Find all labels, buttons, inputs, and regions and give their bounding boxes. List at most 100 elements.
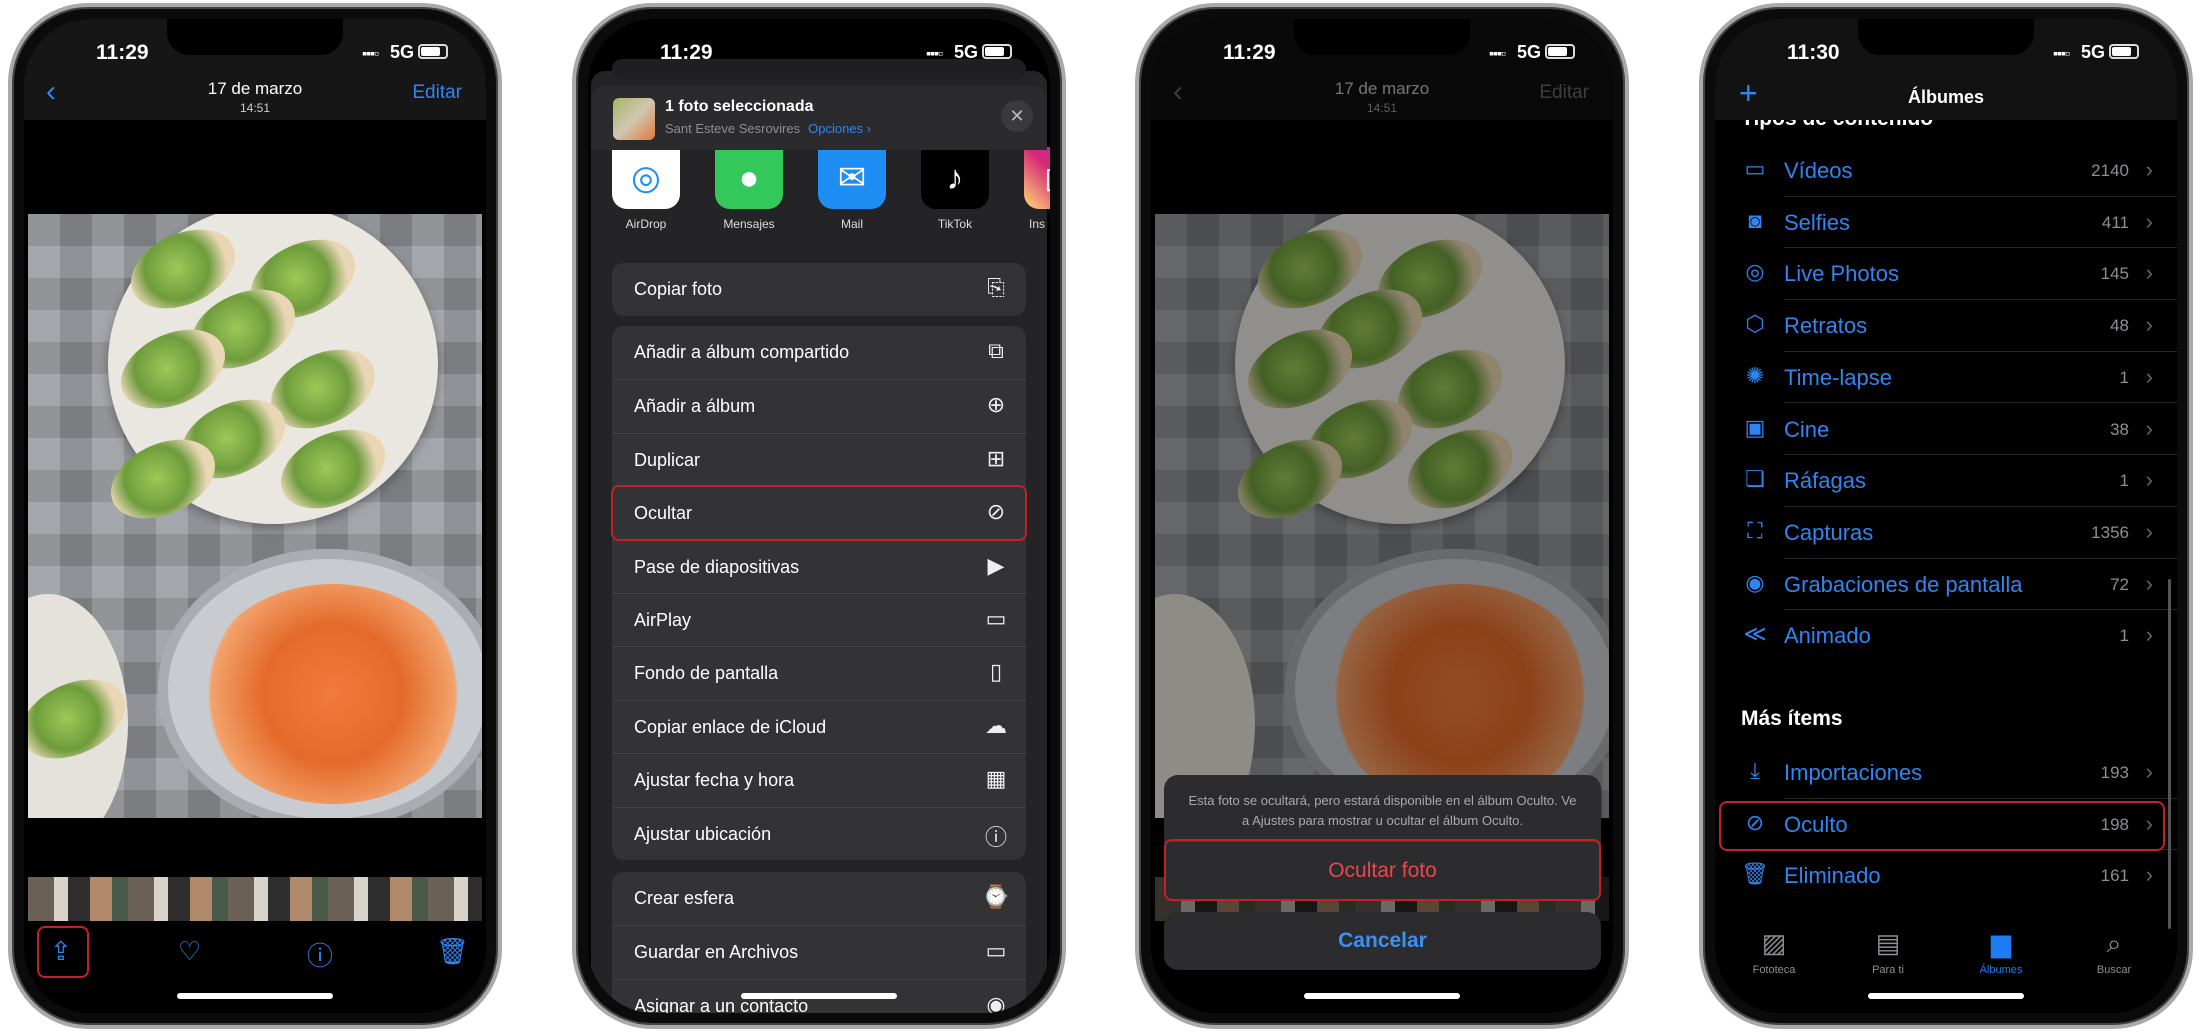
tab-buscar[interactable]: ⌕ Buscar [2069, 928, 2159, 976]
app-mail[interactable]: ✉ Mail [818, 147, 886, 231]
thumbnail-strip[interactable] [28, 877, 482, 921]
share-action-label: Pase de diapositivas [634, 556, 800, 577]
share-action-group: Crear esfera ⌚ Guardar en Archivos ▭ Asignar… [612, 872, 1026, 1013]
app-airdrop[interactable]: ◎ AirDrop [612, 147, 680, 231]
tab-álbumes[interactable]: ▆ Álbumes [1956, 928, 2046, 976]
album-ráfagas[interactable]: ❏ Ráfagas 1 › [1715, 455, 2177, 507]
album-count: 411 [2101, 212, 2129, 232]
app-tiktok[interactable]: ♪ TikTok [921, 147, 989, 231]
cancel-button[interactable]: Cancelar [1164, 912, 1601, 970]
status-time: 11:29 [1223, 41, 1276, 64]
share-action-label: AirPlay [634, 609, 692, 630]
album-capturas[interactable]: ⛶ Capturas 1356 › [1715, 507, 2177, 559]
album-retratos[interactable]: ⬡ Retratos 48 › [1715, 300, 2177, 352]
cube-icon: ⬡ [1745, 311, 1765, 337]
app-mensajes[interactable]: ● Mensajes [715, 147, 783, 231]
share-action-guardar-en-archivos[interactable]: Guardar en Archivos ▭ [612, 925, 1026, 978]
album-count: 38 [2110, 419, 2129, 439]
phone-hide-confirm: ‹ 17 de marzo 14:51 Editar 11:29 ▪▪▪▫ 5G… [1135, 3, 1629, 1029]
share-action-ajustar-ubicación[interactable]: Ajustar ubicación ⓘ [612, 806, 1026, 860]
album-count: 1 [2119, 367, 2129, 387]
album-count: 145 [2100, 264, 2129, 284]
scrollbar[interactable] [2168, 579, 2171, 929]
tab-label: Fototeca [1752, 964, 1796, 976]
share-action-copiar-foto[interactable]: Copiar foto ⎘ [612, 263, 1026, 316]
signal-icon: ▪▪▪▫ [362, 45, 379, 61]
share-action-label: Crear esfera [634, 888, 735, 908]
album-time-lapse[interactable]: ✺ Time-lapse 1 › [1715, 352, 2177, 404]
phone-albums: Tipos de contenido ▭Vídeos2140›◙Selfies4… [1699, 3, 2193, 1029]
shared-album-icon: ⧉ [988, 338, 1004, 363]
tab-label: Álbumes [1979, 964, 2023, 976]
album-label: Selfies [1784, 209, 1851, 235]
album-cine[interactable]: ▣ Cine 38 › [1715, 404, 2177, 456]
chevron-right-icon: › [2145, 208, 2153, 234]
album-label: Importaciones [1784, 760, 1923, 785]
share-action-ajustar-fecha-y-hora[interactable]: Ajustar fecha y hora ▦ [612, 753, 1026, 806]
options-link[interactable]: Opciones › [808, 121, 871, 136]
album-oculto[interactable]: ⊘ Oculto 198 › [1715, 799, 2177, 851]
album-selfies[interactable]: ◙ Selfies 411 › [1715, 197, 2177, 249]
album-vídeos[interactable]: ▭ Vídeos 2140 › [1715, 145, 2177, 197]
messages-icon: ● [715, 147, 783, 209]
screen: ‹ 17 de marzo 14:51 Editar 11:29 ▪▪▪▫ 5G… [24, 19, 486, 1013]
share-action-pase-de-diapositivas[interactable]: Pase de diapositivas ▶ [612, 539, 1026, 593]
signal-icon: ▪▪▪▫ [2053, 45, 2070, 61]
trash-icon[interactable]: 🗑︎ [436, 936, 469, 967]
cinema-icon: ▣ [1744, 414, 1766, 440]
share-action-copiar-enlace-de-icloud[interactable]: Copiar enlace de iCloud ☁ [612, 699, 1026, 753]
share-action-duplicar[interactable]: Duplicar ⊞ [612, 432, 1026, 486]
chevron-right-icon: › [2145, 622, 2153, 648]
airdrop-icon: ◎ [612, 147, 680, 209]
chevron-right-icon: › [2145, 363, 2153, 389]
share-action-añadir-a-álbum-compartido[interactable]: Añadir a álbum compartido ⧉ [612, 326, 1026, 379]
photo [1155, 214, 1609, 818]
album-label: Vídeos [1784, 158, 1853, 183]
album-label: Capturas [1784, 519, 1874, 545]
photo[interactable] [28, 214, 482, 818]
home-indicator [1868, 993, 2024, 999]
close-icon[interactable]: ✕ [1001, 100, 1033, 132]
home-indicator [741, 993, 897, 999]
share-action-label: Copiar enlace de iCloud [634, 716, 827, 737]
signal-icon: ▪▪▪▫ [926, 45, 943, 61]
album-importaciones[interactable]: ⤓ Importaciones 193 › [1715, 747, 2177, 799]
status-time: 11:29 [660, 41, 713, 64]
section-more-items: Más ítems [1741, 707, 1843, 730]
album-label: Grabaciones de pantalla [1784, 571, 2023, 597]
album-grabaciones-de-pantalla[interactable]: ◉ Grabaciones de pantalla 72 › [1715, 559, 2177, 611]
chevron-right-icon: › [2145, 467, 2153, 493]
info-icon[interactable]: ⓘ [307, 936, 333, 973]
share-action-fondo-de-pantalla[interactable]: Fondo de pantalla ▯ [612, 646, 1026, 699]
album-animado[interactable]: ≪ Animado 1 › [1715, 610, 2177, 662]
location-icon: ⓘ [984, 824, 1007, 850]
album-count: 193 [2100, 763, 2129, 782]
share-action-crear-esfera[interactable]: Crear esfera ⌚ [612, 872, 1026, 925]
edit-button[interactable]: Editar [412, 82, 462, 104]
notch [167, 19, 343, 55]
tab-fototeca[interactable]: ▨ Fototeca [1729, 928, 1819, 976]
heart-icon[interactable]: ♡ [178, 936, 201, 967]
share-header: 1 foto seleccionada Sant Esteve Sesrovir… [591, 86, 1047, 150]
selected-photo-thumbnail [613, 98, 655, 140]
share-action-group: Añadir a álbum compartido ⧉ Añadir a álbum… [612, 326, 1026, 860]
chevron-right-icon: › [2145, 157, 2153, 182]
app-label: AirDrop [625, 217, 667, 231]
album-live-photos[interactable]: ◎ Live Photos 145 › [1715, 248, 2177, 301]
chevron-right-icon: › [2145, 518, 2153, 544]
album-count: 1 [2119, 626, 2129, 646]
app-ins[interactable]: ◻ Ins [1024, 147, 1050, 231]
share-action-añadir-a-álbum[interactable]: Añadir a álbum ⊕ [612, 379, 1026, 432]
screen: 11:29 ▪▪▪▫ 5G 1 foto seleccionada Sant E… [588, 19, 1050, 1013]
tab-para ti[interactable]: ▤ Para ti [1843, 928, 1933, 976]
share-action-airplay[interactable]: AirPlay ▭ [612, 592, 1026, 646]
notch [1858, 19, 2034, 55]
share-action-label: Duplicar [634, 449, 701, 470]
video-icon: ▭ [1744, 156, 1766, 181]
share-action-group: Copiar foto ⎘ [612, 263, 1026, 317]
album-label: Ráfagas [1784, 468, 1866, 494]
album-eliminado[interactable]: 🗑︎ Eliminado 161 › [1715, 850, 2177, 902]
photos-icon: ▨ [1761, 928, 1787, 958]
instagram-icon: ◻ [1024, 147, 1050, 209]
notch [731, 19, 907, 55]
